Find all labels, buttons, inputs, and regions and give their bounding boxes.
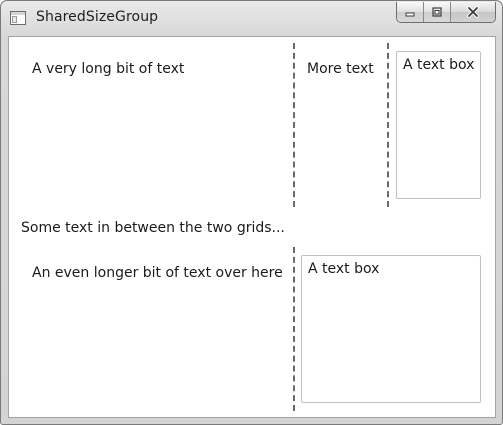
between-text: Some text in between the two grids...: [21, 220, 285, 236]
text-box-value: A text box: [308, 261, 380, 277]
application-icon[interactable]: [10, 10, 26, 26]
bottom-grid-text-box[interactable]: A text box: [301, 255, 481, 403]
top-grid-text-box[interactable]: A text box: [396, 51, 481, 199]
client-area: A very long bit of text More text A text…: [8, 36, 496, 418]
top-grid-cell-text: A very long bit of text: [32, 61, 185, 77]
bottom-grid-cell-text: An even longer bit of text over here: [32, 265, 283, 281]
title-bar[interactable]: SharedSizeGroup: [1, 1, 502, 35]
app-window: SharedSizeGroup A very long bit of text …: [0, 0, 503, 425]
grid-splitter[interactable]: [387, 43, 389, 207]
window-title: SharedSizeGroup: [36, 9, 159, 25]
close-button[interactable]: [451, 2, 495, 22]
maximize-icon: [432, 7, 442, 17]
caption-buttons: [396, 2, 496, 23]
grid-splitter[interactable]: [293, 43, 295, 207]
minimize-icon: [405, 12, 415, 17]
text-box-value: A text box: [403, 57, 475, 73]
minimize-button[interactable]: [397, 2, 424, 22]
close-icon: [467, 6, 479, 18]
top-grid-more-text: More text: [307, 61, 374, 77]
grid-splitter[interactable]: [293, 247, 295, 411]
maximize-button[interactable]: [424, 2, 451, 22]
